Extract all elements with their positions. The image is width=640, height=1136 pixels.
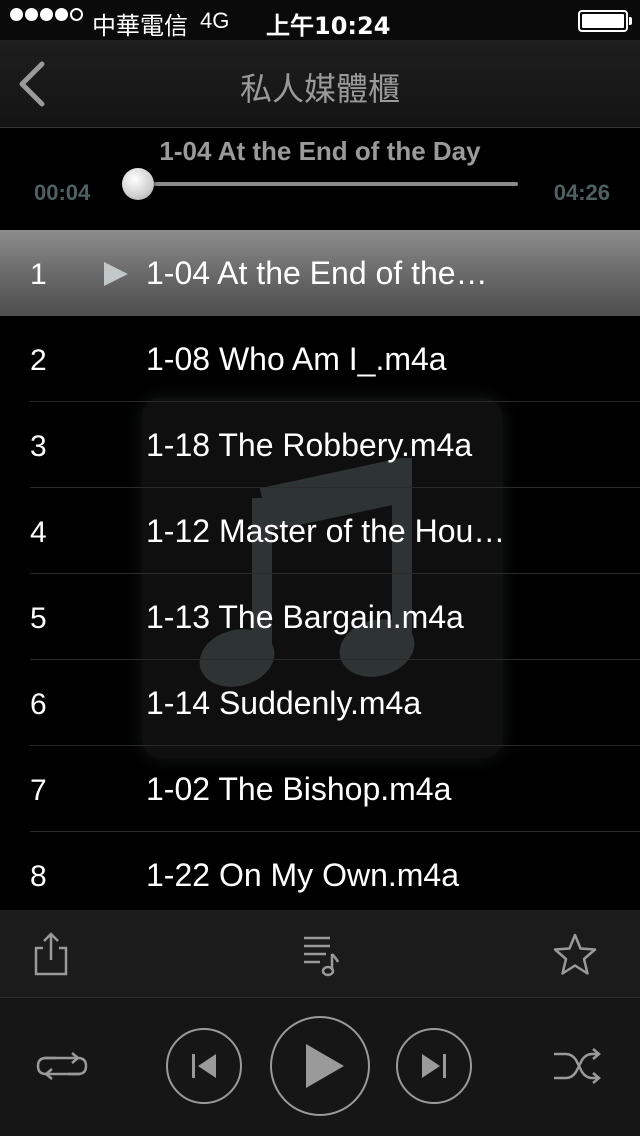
- signal-dot: [25, 8, 38, 21]
- now-playing-panel: 1-04 At the End of the Day 00:04 04:26: [0, 128, 640, 230]
- track-number: 1: [30, 258, 47, 291]
- track-name: 1-08 Who Am I_.m4a: [146, 341, 447, 377]
- next-track-icon: [422, 1054, 446, 1078]
- next-button[interactable]: [396, 1028, 472, 1104]
- now-playing-title: 1-04 At the End of the Day: [159, 136, 481, 166]
- track-row[interactable]: 2 1-08 Who Am I_.m4a: [0, 316, 640, 402]
- shuffle-button[interactable]: [552, 1046, 604, 1086]
- playback-controls: [0, 998, 640, 1136]
- signal-strength-icon: [10, 8, 85, 21]
- network-type: 4G: [200, 8, 230, 33]
- track-name: 1-14 Suddenly.m4a: [146, 685, 422, 721]
- share-button[interactable]: [26, 930, 76, 980]
- track-row[interactable]: 4 1-12 Master of the Hou…: [0, 488, 640, 574]
- track-name: 1-18 The Robbery.m4a: [146, 427, 473, 463]
- track-list[interactable]: 1 1-04 At the End of the… 2 1-08 Who Am I_.…: [0, 230, 640, 910]
- track-row[interactable]: 6 1-14 Suddenly.m4a: [0, 660, 640, 746]
- previous-track-icon: [192, 1054, 216, 1078]
- track-name: 1-04 At the End of the…: [146, 255, 488, 291]
- favorite-button[interactable]: [550, 930, 600, 980]
- track-number: 2: [30, 344, 47, 377]
- track-row[interactable]: 8 1-22 On My Own.m4a: [0, 832, 640, 910]
- toolbar: [0, 910, 640, 998]
- track-number: 5: [30, 602, 47, 635]
- track-number: 3: [30, 430, 47, 463]
- nav-bar: 私人媒體櫃: [0, 40, 640, 128]
- battery-icon: [578, 10, 632, 32]
- playlist-icon: [304, 936, 340, 977]
- play-button[interactable]: [270, 1016, 370, 1116]
- signal-dot: [40, 8, 53, 21]
- repeat-icon: [36, 1052, 88, 1080]
- now-playing-indicator-icon: [104, 262, 128, 286]
- elapsed-time: 00:04: [34, 180, 91, 205]
- track-number: 4: [30, 516, 47, 549]
- star-icon: [553, 933, 597, 975]
- carrier-name: 中華電信: [92, 12, 188, 40]
- track-name: 1-13 The Bargain.m4a: [146, 599, 464, 635]
- track-number: 6: [30, 688, 47, 721]
- total-duration: 04:26: [553, 180, 610, 205]
- previous-button[interactable]: [166, 1028, 242, 1104]
- track-row[interactable]: 7 1-02 The Bishop.m4a: [0, 746, 640, 832]
- share-icon: [34, 932, 68, 976]
- shuffle-icon: [554, 1048, 601, 1084]
- status-time: 上午10:24: [266, 12, 391, 40]
- track-row[interactable]: 3 1-18 The Robbery.m4a: [0, 402, 640, 488]
- progress-slider[interactable]: [121, 168, 518, 200]
- track-row[interactable]: 5 1-13 The Bargain.m4a: [0, 574, 640, 660]
- track-number: 7: [30, 774, 47, 807]
- track-row[interactable]: 1 1-04 At the End of the…: [0, 230, 640, 316]
- signal-dot: [55, 8, 68, 21]
- page-title: 私人媒體櫃: [239, 70, 400, 108]
- track-number: 8: [30, 860, 47, 893]
- playlist-button[interactable]: [296, 930, 346, 980]
- track-name: 1-22 On My Own.m4a: [146, 857, 459, 893]
- play-icon: [306, 1044, 344, 1088]
- progress-thumb[interactable]: [121, 168, 154, 200]
- signal-dot: [70, 8, 83, 21]
- track-name: 1-12 Master of the Hou…: [146, 513, 506, 549]
- track-name: 1-02 The Bishop.m4a: [146, 771, 452, 807]
- repeat-button[interactable]: [32, 1046, 92, 1086]
- status-bar: 中華電信 4G 上午10:24: [0, 0, 640, 40]
- signal-dot: [10, 8, 23, 21]
